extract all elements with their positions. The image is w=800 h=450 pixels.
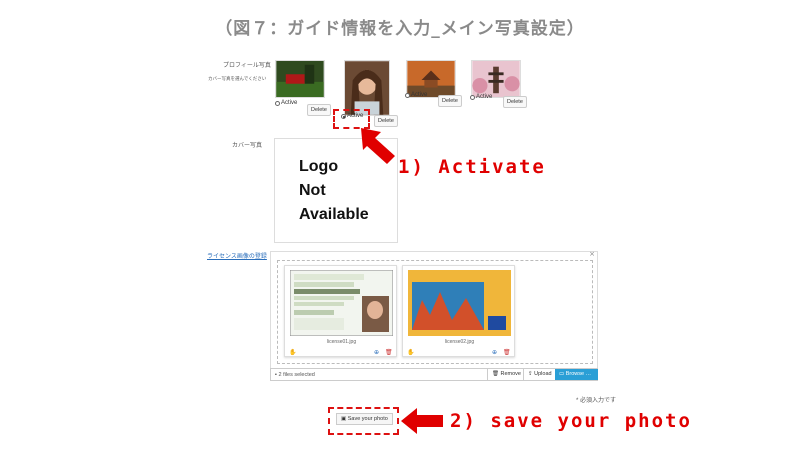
radio-icon — [405, 92, 410, 98]
save-arrow-icon — [401, 408, 443, 434]
forest-photo-icon — [276, 61, 324, 97]
license-upload-area: × license01.jpg ✋ ⊕ 🗑 license02.jpg ✋ ⊕ … — [270, 250, 598, 381]
upload-button[interactable]: ⇪ Upload — [523, 369, 556, 380]
required-note: * 必須入力です — [576, 398, 617, 404]
trash-icon[interactable]: 🗑 — [385, 349, 393, 356]
pagoda-photo-icon — [472, 61, 520, 97]
profile-photo-1-delete-button[interactable]: Delete — [307, 104, 331, 116]
files-selected-text: ▪ 2 files selected — [275, 372, 315, 378]
drivers-license-image-icon — [290, 270, 393, 336]
profile-photo-3-delete-button[interactable]: Delete — [438, 95, 462, 107]
diver-card-image-icon — [408, 270, 511, 336]
drag-handle-icon[interactable]: ✋ — [289, 349, 296, 356]
profile-photo-3-active-radio[interactable]: Active — [405, 92, 427, 98]
file-toolbar: ▪ 2 files selected 🗑 Remove ⇪ Upload ▭ B… — [270, 368, 598, 381]
trash-icon[interactable]: 🗑 — [503, 349, 511, 356]
file-name: license02.jpg — [444, 339, 475, 345]
guide-photo-form: プロフィール写真 カバー写真を選んでください Active Delete Act… — [200, 48, 610, 448]
drag-handle-icon[interactable]: ✋ — [407, 349, 414, 356]
profile-photo-4-active-radio[interactable]: Active — [470, 94, 492, 100]
activate-arrow-icon — [361, 128, 395, 164]
browse-button[interactable]: ▭ Browse … — [555, 369, 598, 380]
file-drop-zone[interactable]: license01.jpg ✋ ⊕ 🗑 license02.jpg ✋ ⊕ 🗑 — [277, 260, 593, 364]
portrait-photo-icon — [345, 61, 389, 115]
zoom-icon[interactable]: ⊕ — [374, 349, 379, 356]
profile-photo-4-delete-button[interactable]: Delete — [503, 96, 527, 108]
close-icon[interactable]: × — [589, 250, 595, 258]
file-card-1: license01.jpg ✋ ⊕ 🗑 — [284, 265, 397, 357]
cover-photo-label: カバー写真 — [232, 143, 263, 149]
profile-photo-sublabel: カバー写真を選んでください — [208, 76, 267, 81]
page-title: （図７：ガイド情報を入力_メイン写真設定） — [215, 19, 585, 39]
radio-icon — [275, 100, 280, 106]
profile-photo-1-active-radio[interactable]: Active — [275, 100, 297, 106]
license-images-link[interactable]: ライセンス画像の登録 — [207, 251, 267, 260]
profile-photo-1[interactable] — [275, 60, 325, 98]
annotation-activate: 1) Activate — [398, 156, 546, 178]
file-card-2: license02.jpg ✋ ⊕ 🗑 — [402, 265, 515, 357]
zoom-icon[interactable]: ⊕ — [492, 349, 497, 356]
file-name: license01.jpg — [326, 339, 357, 345]
annotation-save: 2) save your photo — [450, 410, 692, 432]
remove-button[interactable]: 🗑 Remove — [487, 369, 525, 380]
radio-icon — [470, 94, 475, 100]
profile-photo-4[interactable] — [471, 60, 521, 98]
profile-photo-2[interactable] — [344, 60, 390, 116]
save-highlight-box — [328, 407, 399, 435]
profile-photo-label: プロフィール写真 — [223, 63, 271, 69]
